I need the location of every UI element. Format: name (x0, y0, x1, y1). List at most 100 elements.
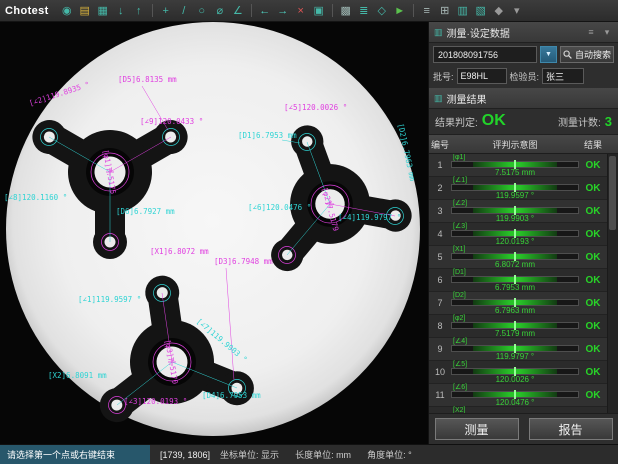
settings-icon[interactable]: ◆ (491, 3, 507, 19)
angle-tool-icon[interactable]: ∠ (230, 3, 246, 19)
tolerance-bar (451, 230, 579, 237)
table-row[interactable]: 6[D1]6.7953 mmOK (429, 269, 618, 292)
program-dropdown-button[interactable]: ▼ (540, 46, 557, 63)
tolerance-marker (514, 344, 516, 353)
undo-icon[interactable]: ← (257, 3, 273, 19)
settings-header-title: 测量·设定数据 (447, 25, 510, 40)
panel-menu-icon[interactable]: ≡ (585, 27, 597, 37)
results-table-body[interactable]: 1[φ1]7.5175 mmOK 2[∠1] 119.9597 ° OK 3[∠2]11… (429, 154, 618, 413)
dimension-label: [∠9]120.0433 ° (140, 117, 203, 126)
tolerance-marker (514, 229, 516, 238)
open-icon[interactable]: ▤ (77, 3, 93, 19)
scrollbar-thumb[interactable] (609, 156, 616, 230)
tolerance-marker (514, 321, 516, 330)
auto-search-label: 自动搜索 (575, 48, 611, 61)
inspector-label: 检验员: (510, 70, 540, 83)
coordinate-unit: 坐标单位: 显示 (220, 448, 279, 461)
table-row[interactable]: 3[∠2]119.9903 °OK (429, 200, 618, 223)
capture-icon[interactable]: ▣ (311, 3, 327, 19)
row-number: 6 (429, 275, 451, 285)
chart-icon[interactable]: ▥ (455, 3, 471, 19)
tolerance-marker (514, 413, 516, 414)
tolerance-marker (514, 252, 516, 261)
panel-collapse-icon[interactable]: ▾ (601, 27, 613, 38)
redo-icon[interactable]: → (275, 3, 291, 19)
toolbar-icon-strip: ◉▤▦↓↑ +/○⌀∠ ←→×▣ ▩≣◇► ≡⊞▥▧◆▾ (59, 3, 525, 19)
import-icon[interactable]: ↓ (113, 3, 129, 19)
row-value: 120.0026 ° (451, 375, 579, 384)
snap-icon[interactable]: ◇ (374, 3, 390, 19)
table-row[interactable]: 5[X1]6.8072 mmOK (429, 246, 618, 269)
row-label: [∠4] (453, 338, 579, 345)
row-judgment: [φ1]7.5175 mm (451, 154, 579, 177)
camera-icon[interactable]: ◉ (59, 3, 75, 19)
action-buttons: 测量 报告 (429, 413, 618, 444)
row-result: OK (579, 321, 607, 332)
tolerance-marker (514, 390, 516, 399)
camera-view[interactable]: [D5]6.8135 mm[∠2]119.8935 °[∠9]120.0433 … (0, 22, 428, 444)
export-icon[interactable]: ↑ (131, 3, 147, 19)
inspector-input[interactable]: 张三 (542, 68, 584, 84)
run-icon[interactable]: ► (392, 3, 408, 19)
row-value: 119.9597 ° (451, 191, 579, 200)
batch-input[interactable]: E98HL (457, 68, 507, 84)
dimension-label: [∠3]120.0193 ° (124, 397, 187, 406)
row-value: 6.8072 mm (451, 260, 579, 269)
measure-button[interactable]: 测量 (435, 418, 519, 440)
app-window: Chotest ◉▤▦↓↑+/○⌀∠←→×▣▩≣◇►≡⊞▥▧◆▾ (0, 0, 618, 464)
row-label: [X1] (453, 246, 579, 253)
table-icon[interactable]: ⊞ (437, 3, 453, 19)
tolerance-bar (451, 345, 579, 352)
dimension-label: [∠4]119.9797 ° (338, 213, 401, 222)
measurement-canvas[interactable]: [D5]6.8135 mm[∠2]119.8935 °[∠9]120.0433 … (0, 22, 428, 444)
table-row[interactable]: 1[φ1]7.5175 mmOK (429, 154, 618, 177)
chevron-down-icon: ▼ (545, 51, 552, 58)
row-value: 120.0193 ° (451, 237, 579, 246)
batch-row: 批号: E98HL 检验员: 张三 (429, 66, 618, 88)
diameter-tool-icon[interactable]: ⌀ (212, 3, 228, 19)
table-row[interactable]: 2[∠1]119.9597 °OK (429, 177, 618, 200)
row-label: [∠5] (453, 361, 579, 368)
row-number: 2 (429, 183, 451, 193)
line-tool-icon[interactable]: / (176, 3, 192, 19)
row-result: OK (579, 367, 607, 378)
more-dropdown-icon[interactable]: ▾ (509, 3, 525, 19)
layers-icon[interactable]: ≣ (356, 3, 372, 19)
report-button[interactable]: 报告 (529, 418, 613, 440)
program-select[interactable]: 201808091756 (433, 46, 537, 63)
right-panel: ▥ 测量·设定数据 ≡ ▾ 201808091756 ▼ 自动搜索 批号: E9… (428, 22, 618, 444)
auto-search-button[interactable]: 自动搜索 (560, 46, 614, 63)
row-number: 4 (429, 229, 451, 239)
row-value: 120.0476 ° (451, 398, 579, 407)
report-icon[interactable]: ▧ (473, 3, 489, 19)
delete-icon[interactable]: × (293, 3, 309, 19)
list-icon[interactable]: ≡ (419, 3, 435, 19)
table-row[interactable]: 12[X2]6.8091 mmOK (429, 407, 618, 413)
dimension-label: [∠6]120.0476 ° (248, 203, 311, 212)
row-result: OK (579, 229, 607, 240)
table-row[interactable]: 8[φ2]7.5179 mmOK (429, 315, 618, 338)
row-label: [∠1] (453, 177, 579, 184)
status-message: 请选择第一个点或右键结束 (0, 445, 150, 464)
table-row[interactable]: 7[D2]6.7963 mmOK (429, 292, 618, 315)
row-judgment: [∠2]119.9903 ° (451, 200, 579, 223)
row-value: 6.7953 mm (451, 283, 579, 292)
row-label: [∠2] (453, 200, 579, 207)
point-tool-icon[interactable]: + (158, 3, 174, 19)
row-result: OK (579, 413, 607, 414)
row-number: 9 (429, 344, 451, 354)
table-row[interactable]: 11[∠6]120.0476 °OK (429, 384, 618, 407)
table-row[interactable]: 9[∠4]119.9797 °OK (429, 338, 618, 361)
dimension-label: [D5]6.8135 mm (118, 75, 177, 84)
table-row[interactable]: 4[∠3]120.0193 °OK (429, 223, 618, 246)
toolbar-separator (152, 4, 153, 17)
grid-icon[interactable]: ▩ (338, 3, 354, 19)
table-row[interactable]: 10[∠5]120.0026 °OK (429, 361, 618, 384)
row-judgment: [∠3]120.0193 ° (451, 223, 579, 246)
save-icon[interactable]: ▦ (95, 3, 111, 19)
circle-tool-icon[interactable]: ○ (194, 3, 210, 19)
col-header-no: 编号 (429, 138, 451, 151)
table-scrollbar[interactable] (607, 154, 618, 413)
row-judgment: [D2]6.7963 mm (451, 292, 579, 315)
tolerance-marker (514, 367, 516, 376)
